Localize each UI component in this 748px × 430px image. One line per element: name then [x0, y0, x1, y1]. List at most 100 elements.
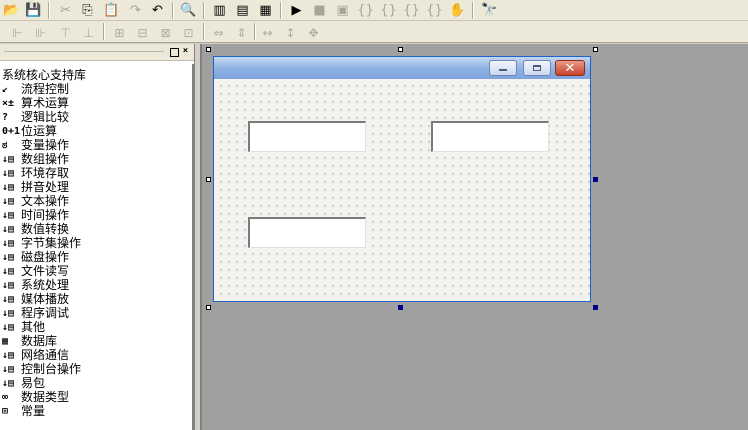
tree-item[interactable]: ↓▤ 文件读写	[0, 264, 192, 278]
cut-icon[interactable]: ✂	[56, 1, 75, 20]
search-help-icon[interactable]: 🔭	[480, 1, 499, 20]
close-button[interactable]: ✕	[555, 60, 585, 76]
toolbar-separator	[254, 23, 256, 40]
tree-item-label: 文本操作	[21, 194, 70, 208]
align-right-icon[interactable]: ⊞	[110, 23, 129, 42]
minimize-button[interactable]	[489, 60, 517, 76]
panel-grip[interactable]	[4, 51, 164, 52]
layout-top-icon[interactable]: ▤	[233, 1, 252, 20]
hand-icon[interactable]: ✋	[448, 1, 467, 20]
tree-item-label: 位运算	[21, 124, 58, 138]
edit-box-2[interactable]	[431, 121, 549, 152]
toolbar-separator	[203, 23, 205, 40]
panel-close-icon[interactable]: ×	[181, 47, 190, 56]
module-icon: ↓▤	[2, 279, 15, 291]
tree-item[interactable]: ? 逻辑比较	[0, 110, 192, 124]
tree-item[interactable]: ∞ 数据类型	[0, 390, 192, 404]
undo-icon[interactable]: ↶	[148, 1, 167, 20]
paste-icon[interactable]: 📋	[102, 1, 121, 20]
toolbar-separator	[172, 2, 174, 19]
tree-item[interactable]: ↓▤ 媒体播放	[0, 292, 192, 306]
tree-item[interactable]: ↓▤ 易包	[0, 376, 192, 390]
resize-handle-se[interactable]	[593, 305, 598, 310]
same-width-icon[interactable]: ↔	[258, 23, 277, 42]
resize-handle-w[interactable]	[206, 177, 211, 182]
tree-item-label: 系统处理	[21, 278, 70, 292]
resize-handle-sw[interactable]	[206, 305, 211, 310]
panel-pin-icon[interactable]	[170, 48, 179, 57]
tree-item[interactable]: ↓▤ 文本操作	[0, 194, 192, 208]
save-icon[interactable]: 💾	[24, 1, 43, 20]
tree-item[interactable]: ×± 算术运算	[0, 96, 192, 110]
align-top-icon[interactable]: ⊤	[56, 23, 75, 42]
align-center-v-icon[interactable]: ⊥	[79, 23, 98, 42]
same-height-icon[interactable]: ↕	[281, 23, 300, 42]
space-h-icon[interactable]: ⊠	[156, 23, 175, 42]
logic-icon: ?	[2, 111, 9, 123]
tree-item[interactable]: ⊞ 常量	[0, 404, 192, 418]
tree-item[interactable]: ಠ 变量操作	[0, 138, 192, 152]
tree-item[interactable]: ↙ 流程控制	[0, 82, 192, 96]
tree-item[interactable]: 0+1 位运算	[0, 124, 192, 138]
form-client-grid[interactable]	[214, 79, 590, 301]
support-library-panel: × 系统核心支持库 ↙ 流程控制 ×± 算术运算? 逻辑比较 0+1 位运算 ಠ 变量操作 ↓▤ 数…	[0, 44, 195, 430]
tree-item[interactable]: ↓▤ 磁盘操作	[0, 250, 192, 264]
layout-bottom-icon[interactable]: ▦	[256, 1, 275, 20]
find-icon[interactable]: 🔍	[179, 1, 198, 20]
run-to-cursor-icon[interactable]: {}	[425, 1, 444, 20]
tree-item-label: 数据库	[21, 334, 58, 348]
step-out-icon[interactable]: {}	[402, 1, 421, 20]
center-h-icon[interactable]: ⇔	[209, 23, 228, 42]
panel-scrollbar[interactable]	[192, 64, 194, 430]
tree-root[interactable]: 系统核心支持库	[0, 68, 192, 82]
toolbar-separator	[48, 2, 50, 19]
module-icon: ↓▤	[2, 181, 15, 193]
tree-item[interactable]: ↓▤ 数值转换	[0, 222, 192, 236]
run-icon[interactable]: ▶	[287, 1, 306, 20]
stop-icon[interactable]: ■	[310, 1, 329, 20]
tree-item[interactable]: ↓▤ 时间操作	[0, 208, 192, 222]
maximize-button[interactable]	[523, 60, 551, 76]
open-icon[interactable]: 📂	[2, 1, 21, 20]
resize-handle-ne[interactable]	[593, 47, 598, 52]
bit-icon: 0+1	[2, 125, 21, 137]
resize-handle-s[interactable]	[398, 305, 403, 310]
resize-handle-nw[interactable]	[206, 47, 211, 52]
tree-item[interactable]: ↓▤ 字节集操作	[0, 236, 192, 250]
tree-item[interactable]: ↓▤ 网络通信	[0, 348, 192, 362]
tree-item[interactable]: ↓▤ 拼音处理	[0, 180, 192, 194]
edit-box-1[interactable]	[248, 121, 366, 152]
panel-header: ×	[0, 44, 194, 61]
tree-item-label: 数据类型	[21, 390, 70, 404]
resize-handle-e[interactable]	[593, 177, 598, 182]
edit-box-3[interactable]	[248, 217, 366, 248]
maximize-icon	[533, 65, 541, 71]
toolbar-separator	[280, 2, 282, 19]
form-title-bar[interactable]: ✕	[214, 57, 590, 79]
align-center-h-icon[interactable]: ⊪	[31, 23, 50, 42]
tree-item[interactable]: ↓▤ 数组操作	[0, 152, 192, 166]
tree-item[interactable]: ↓▤ 程序调试	[0, 306, 192, 320]
step-over-icon[interactable]: {}	[379, 1, 398, 20]
step-in-icon[interactable]: {}	[356, 1, 375, 20]
same-size-icon[interactable]: ✥	[304, 23, 323, 42]
main-toolbar: 📂 💾 ✂ ⎘ 📋 ↷ ↶ 🔍 ▥ ▤ ▦ ▶ ■ ▣ {} {} {} {} …	[0, 0, 748, 21]
resize-handle-n[interactable]	[398, 47, 403, 52]
tree-item[interactable]: ↓▤ 环境存取	[0, 166, 192, 180]
tree-item[interactable]: ↓▤ 系统处理	[0, 278, 192, 292]
module-icon: ↓▤	[2, 307, 15, 319]
redo-icon[interactable]: ↷	[126, 1, 145, 20]
space-v-icon[interactable]: ⊡	[179, 23, 198, 42]
module-icon: ↓▤	[2, 153, 15, 165]
compile-icon[interactable]: ▣	[333, 1, 352, 20]
tree-item[interactable]: ▦ 数据库	[0, 334, 192, 348]
align-bottom-icon[interactable]: ⊟	[133, 23, 152, 42]
layout-left-icon[interactable]: ▥	[210, 1, 229, 20]
align-left-icon[interactable]: ⊩	[8, 23, 27, 42]
copy-icon[interactable]: ⎘	[78, 1, 97, 20]
module-icon: ↓▤	[2, 349, 15, 361]
designer-form-window[interactable]: ✕	[213, 56, 591, 302]
tree-item[interactable]: ↓▤ 其他	[0, 320, 192, 334]
center-v-icon[interactable]: ⇕	[232, 23, 251, 42]
tree-item[interactable]: ↓▤ 控制台操作	[0, 362, 192, 376]
